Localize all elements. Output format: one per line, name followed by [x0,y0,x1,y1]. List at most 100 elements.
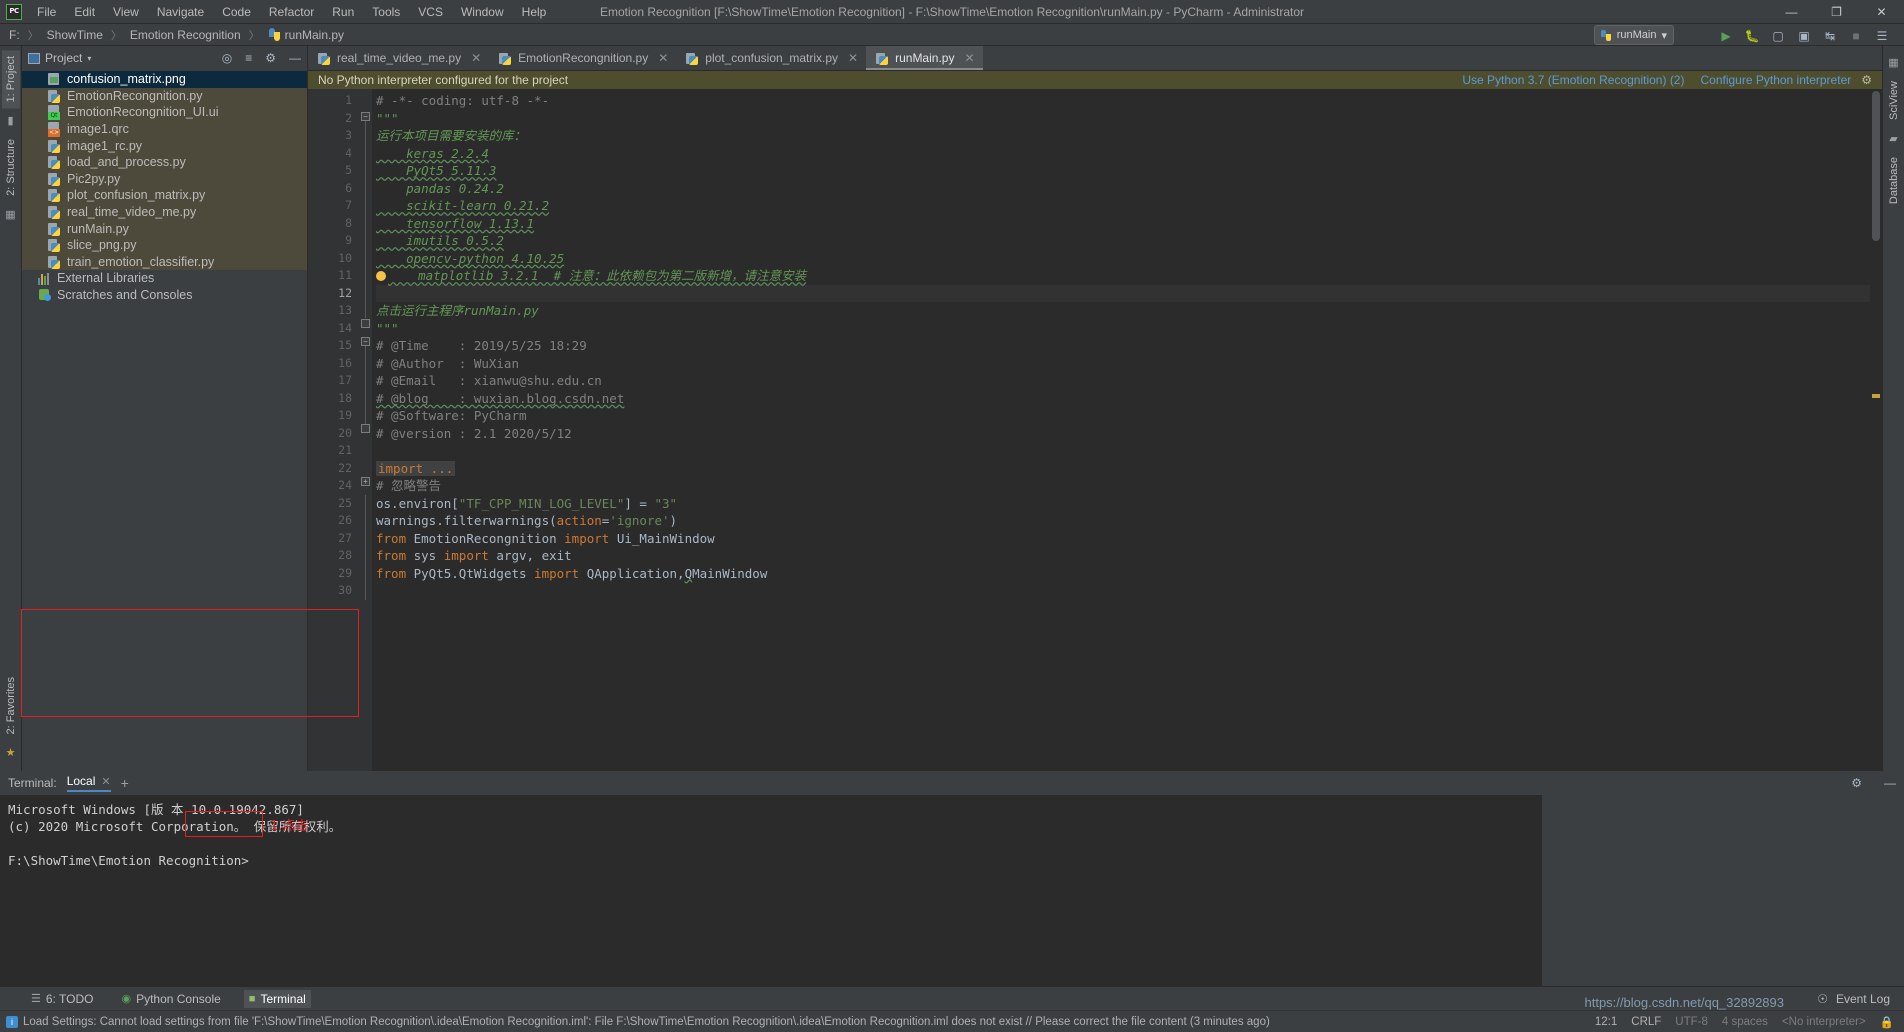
tree-item-image1-rc-py[interactable]: image1_rc.py [22,137,307,154]
tree-item-slice-png-py[interactable]: slice_png.py [22,236,307,254]
close-button[interactable]: ✕ [1859,0,1904,24]
stop-icon[interactable]: ■ [1848,28,1864,44]
attach-icon[interactable]: ↹ [1822,28,1838,44]
line-separator[interactable]: CRLF [1631,1016,1661,1028]
banner-link-configure-interpreter[interactable]: Configure Python interpreter [1700,73,1851,87]
tree-item-plot-confusion-matrix-py[interactable]: plot_confusion_matrix.py [22,187,307,204]
menu-file[interactable]: File [28,2,65,22]
code-text[interactable]: # -*- coding: utf-8 -*- """ 运行本项目需要安装的库：… [372,89,1882,771]
settings-icon[interactable]: ⚙ [1851,776,1862,790]
menu-help[interactable]: Help [513,2,556,22]
menu-code[interactable]: Code [213,2,260,22]
status-message-container[interactable]: i Load Settings: Cannot load settings fr… [6,1015,1270,1028]
code-line-28: from sys import argv, exit [376,547,1882,565]
maximize-button[interactable]: ❐ [1814,0,1859,24]
tree-item-load-and-process-py[interactable]: load_and_process.py [22,153,307,171]
editor-scrollbar-thumb[interactable] [1872,91,1880,241]
menu-view[interactable]: View [104,2,148,22]
tree-item-image1-qrc[interactable]: image1.qrc [22,120,307,138]
menu-tools[interactable]: Tools [363,2,409,22]
editor-tab-runmain[interactable]: runMain.py ✕ [866,46,983,70]
collapse-all-icon[interactable]: ≡ [245,51,252,65]
run-icon[interactable]: ▶ [1718,28,1734,44]
sidebar-tab-database[interactable]: Database [1885,151,1903,210]
line-number-gutter: 1 2 3 4 5 6 7 8 9 10 11 12 13 14 15 16 1 [308,89,360,771]
hide-icon[interactable]: — [1884,776,1896,790]
new-terminal-session-button[interactable]: + [121,775,129,791]
menu-run[interactable]: Run [323,2,363,22]
sidebar-tab-sciview[interactable]: SciView [1885,75,1903,126]
coverage-icon[interactable]: ▢ [1770,28,1786,44]
fold-minus-icon[interactable]: − [361,112,370,121]
close-icon[interactable]: ✕ [101,775,110,788]
menu-vcs[interactable]: VCS [409,2,452,22]
code-line-content: from EmotionRecongnition import Ui_MainW… [376,530,715,546]
breadcrumb-emotion-recognition[interactable]: Emotion Recognition [127,27,244,43]
sidebar-tab-favorites[interactable]: 2: Favorites [2,671,20,740]
terminal-output[interactable]: Microsoft Windows [版 本 10.0.19042.867] (… [0,795,1542,986]
python-file-icon [318,52,331,65]
search-icon[interactable]: ☰ [1874,28,1890,44]
profile-icon[interactable]: ▣ [1796,28,1812,44]
code-line-13: 点击运行主程序runMain.py [376,302,1882,320]
gear-icon[interactable]: ⚙ [1861,73,1872,87]
tree-item-emotionrecongnition-ui[interactable]: EmotionRecongnition_UI.ui [22,104,307,121]
bottom-tab-todo[interactable]: ☰ 6: TODO [26,990,98,1008]
close-icon[interactable]: ✕ [471,51,481,65]
editor-tab-emotionrecongnition[interactable]: EmotionRecongnition.py ✕ [489,46,676,70]
tree-item-external-libraries[interactable]: External Libraries [22,270,307,287]
tree-item-scratches-and-consoles[interactable]: Scratches and Consoles [22,287,307,304]
menu-window[interactable]: Window [452,2,513,22]
run-configuration-selector[interactable]: runMain ▾ [1593,25,1674,45]
fold-end-icon[interactable] [361,319,370,328]
menu-navigate[interactable]: Navigate [148,2,213,22]
lock-icon[interactable]: 🔒 [1880,1015,1894,1029]
tree-item-runmain-py[interactable]: runMain.py [22,220,307,237]
editor-tab-real-time-video-me[interactable]: real_time_video_me.py ✕ [308,46,489,70]
event-log-label[interactable]: Event Log [1836,992,1890,1006]
banner-link-use-python[interactable]: Use Python 3.7 (Emotion Recognition) (2) [1462,73,1684,87]
editor-scrollbar[interactable] [1870,89,1882,771]
navigation-bar: F: 〉 ShowTime 〉 Emotion Recognition 〉 ru… [0,24,1904,46]
tree-item-train-emotion-classifier-py[interactable]: train_emotion_classifier.py [22,253,307,271]
editor-tab-plot-confusion-matrix[interactable]: plot_confusion_matrix.py ✕ [676,46,866,70]
code-folding-gutter[interactable]: − − + [360,89,372,771]
fold-end-icon[interactable] [361,424,370,433]
sidebar-tab-structure[interactable]: 2: Structure [2,133,20,202]
code-line-content-collapsed-import[interactable]: import ... [376,460,456,476]
tree-item-real-time-video-me-py[interactable]: real_time_video_me.py [22,203,307,221]
close-icon[interactable]: ✕ [964,51,974,65]
close-icon[interactable]: ✕ [848,51,858,65]
fold-plus-icon[interactable]: + [361,477,370,486]
tree-item-confusion-matrix-png[interactable]: confusion_matrix.png [22,71,307,88]
sidebar-tab-project[interactable]: 1: Project [1,50,20,109]
minimize-button[interactable]: — [1769,0,1814,24]
breadcrumb-file[interactable]: runMain.py [265,27,347,43]
breadcrumb-showtime[interactable]: ShowTime [44,27,106,43]
indent-setting[interactable]: 4 spaces [1722,1016,1768,1028]
file-encoding[interactable]: UTF-8 [1675,1016,1708,1028]
breadcrumb-root[interactable]: F: [6,27,23,43]
tree-item-emotionrecongnition-py[interactable]: EmotionRecongnition.py [22,87,307,105]
terminal-line: (c) 2020 Microsoft Corporation。 保留所有权利。 [8,819,342,834]
intention-bulb-icon[interactable] [376,271,386,281]
breadcrumb: F: 〉 ShowTime 〉 Emotion Recognition 〉 ru… [6,27,347,43]
menu-edit[interactable]: Edit [65,2,104,22]
caret-position[interactable]: 12:1 [1595,1016,1617,1028]
bottom-tab-python-console[interactable]: ◉ Python Console [116,990,225,1008]
terminal-session-tab-local[interactable]: Local ✕ [66,774,111,792]
locate-icon[interactable]: ◎ [222,51,232,65]
menu-refactor[interactable]: Refactor [260,2,323,22]
debug-icon[interactable]: 🐛 [1744,28,1760,44]
hide-icon[interactable]: — [289,51,301,65]
close-icon[interactable]: ✕ [658,51,668,65]
interpreter-status[interactable]: <No interpreter> [1782,1016,1866,1028]
fold-minus-icon[interactable]: − [361,337,370,346]
tree-item-pic2py-py[interactable]: Pic2py.py [22,170,307,188]
code-editor[interactable]: 1 2 3 4 5 6 7 8 9 10 11 12 13 14 15 16 1 [308,89,1882,771]
code-line-9: imutils 0.5.2 [376,232,1882,250]
settings-icon[interactable]: ⚙ [265,51,276,65]
chevron-down-icon[interactable]: ▾ [87,54,91,63]
bottom-tab-terminal[interactable]: ■ Terminal [243,989,311,1008]
code-line-content: pandas 0.24.2 [376,180,504,196]
